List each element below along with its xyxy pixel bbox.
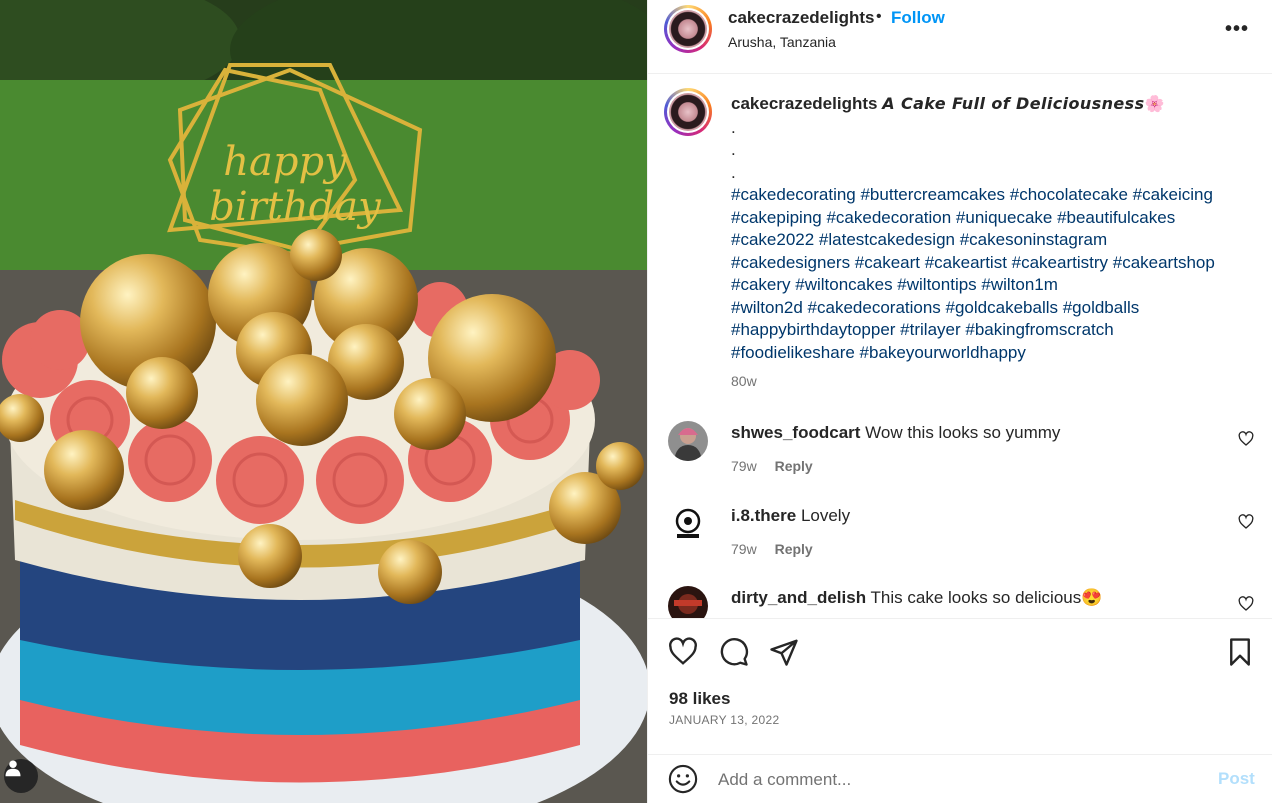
caption-author-avatar[interactable] — [664, 88, 712, 136]
commenter-avatar[interactable] — [668, 421, 708, 461]
brand-logo-icon — [669, 93, 707, 131]
svg-text:birthday: birthday — [209, 184, 382, 230]
reply-button[interactable]: Reply — [775, 541, 813, 557]
person-icon — [5, 760, 21, 777]
comment-timestamp: 79w — [731, 541, 757, 557]
comment-timestamp: 79w — [731, 458, 757, 474]
commenter-avatar[interactable] — [668, 586, 708, 618]
comment-text: Wow this looks so yummy — [865, 423, 1061, 442]
comment-like-heart-icon[interactable] — [1238, 596, 1254, 612]
post-comment-button[interactable]: Post — [1218, 769, 1255, 789]
author-username-link[interactable]: cakecrazedelights — [728, 8, 874, 28]
hashtag-line[interactable]: #foodielikeshare #bakeyourworldhappy — [731, 342, 1251, 365]
hashtag-line[interactable]: #cakery #wiltoncakes #wiltontips #wilton… — [731, 274, 1251, 297]
paper-plane-icon[interactable] — [769, 637, 799, 667]
follow-button[interactable]: Follow — [891, 8, 945, 28]
add-comment-bar: Post — [648, 754, 1272, 803]
caption-username-link[interactable]: cakecrazedelights — [731, 94, 877, 113]
caption: cakecrazedelights A Cake Full of Delicio… — [731, 93, 1251, 364]
commenter-avatar[interactable] — [668, 504, 708, 544]
post-photo[interactable]: happy birthday — [0, 0, 647, 803]
post-date: JANUARY 13, 2022 — [669, 713, 780, 727]
post-details-panel: cakecrazedelights • Follow Arusha, Tanza… — [647, 0, 1272, 803]
comment-input[interactable] — [718, 767, 1178, 793]
location-link[interactable]: Arusha, Tanzania — [728, 34, 836, 50]
reply-button[interactable]: Reply — [775, 458, 813, 474]
comment-item: i.8.there Lovely 79w Reply — [648, 504, 1272, 584]
caption-flower-emoji: 🌸 — [1144, 96, 1165, 113]
user-tag-button[interactable] — [4, 759, 38, 793]
more-options-icon[interactable]: ••• — [1225, 18, 1249, 41]
commenter-username-link[interactable]: i.8.there — [731, 506, 796, 525]
author-avatar[interactable] — [664, 5, 712, 53]
svg-text:happy: happy — [223, 139, 348, 185]
comments-scroll-area[interactable]: cakecrazedelights A Cake Full of Delicio… — [648, 75, 1272, 618]
comment-like-heart-icon[interactable] — [1238, 514, 1254, 530]
hashtag-line[interactable]: #cakedecorating #buttercreamcakes #choco… — [731, 184, 1251, 207]
bookmark-icon[interactable] — [1225, 637, 1255, 667]
separator-dot: • — [876, 8, 882, 25]
commenter-username-link[interactable]: dirty_and_delish — [731, 588, 866, 607]
hashtag-line[interactable]: #cakedesigners #cakeart #cakeartist #cak… — [731, 252, 1251, 275]
hashtag-line[interactable]: #happybirthdaytopper #trilayer #bakingfr… — [731, 319, 1251, 342]
heart-icon[interactable] — [668, 637, 698, 667]
cake-illustration: happy birthday — [0, 0, 647, 803]
comment-text: Lovely — [800, 506, 851, 525]
caption-timestamp: 80w — [731, 373, 757, 389]
post-header: cakecrazedelights • Follow Arusha, Tanza… — [648, 0, 1272, 74]
hashtag-line[interactable]: #cakepiping #cakedecoration #uniquecake … — [731, 207, 1251, 230]
caption-title: A Cake Full of Deliciousness — [882, 94, 1145, 113]
hashtag-line[interactable]: #cake2022 #latestcakedesign #cakesoninst… — [731, 229, 1251, 252]
hashtag-line[interactable]: #wilton2d #cakedecorations #goldcakeball… — [731, 297, 1251, 320]
comment-item: dirty_and_delish This cake looks so deli… — [648, 586, 1272, 618]
likes-count[interactable]: 98 likes — [669, 689, 730, 709]
caption-hashtags: #cakedecorating #buttercreamcakes #choco… — [731, 184, 1251, 364]
smiley-icon[interactable] — [668, 764, 698, 794]
brand-logo-icon — [669, 10, 707, 48]
post-actions: 98 likes JANUARY 13, 2022 Post — [648, 618, 1272, 803]
commenter-username-link[interactable]: shwes_foodcart — [731, 423, 860, 442]
comment-item: shwes_foodcart Wow this looks so yummy 7… — [648, 421, 1272, 501]
caption-spacer-dots: . . . — [731, 117, 736, 182]
comment-text: This cake looks so delicious😍 — [870, 588, 1103, 607]
comment-like-heart-icon[interactable] — [1238, 431, 1254, 447]
comment-bubble-icon[interactable] — [719, 637, 749, 667]
